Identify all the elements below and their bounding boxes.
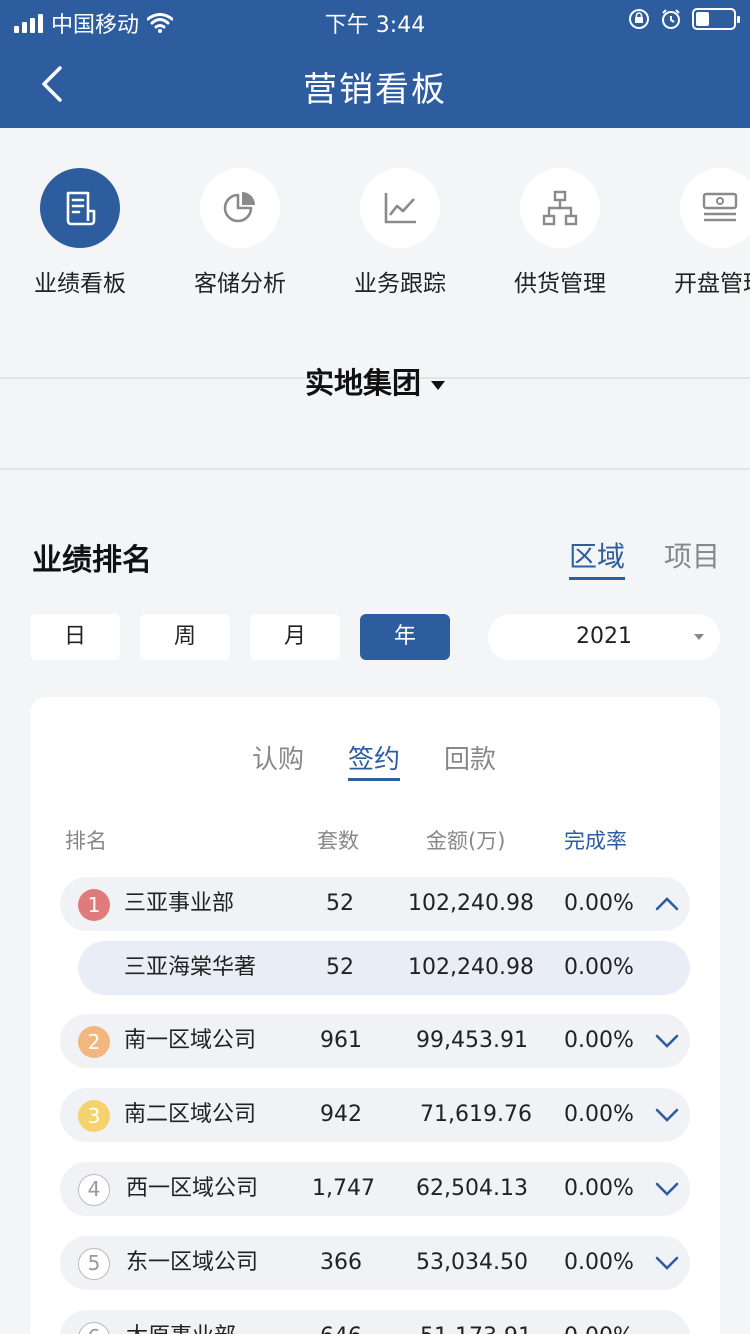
caret-down-icon (431, 380, 445, 390)
table-row[interactable]: 2 南一区域公司 961 99,453.91 0.00% (60, 1014, 690, 1068)
battery-icon (692, 8, 740, 30)
rank-badge: 4 (78, 1174, 110, 1206)
alarm-icon (662, 9, 680, 29)
col-count: 套数 (317, 829, 359, 853)
col-amount: 金额(万) (426, 829, 506, 853)
row-rate: 0.00% (564, 1102, 634, 1127)
row-name: 南二区域公司 (124, 1102, 257, 1127)
rank-badge: 2 (78, 1026, 110, 1058)
page-title: 营销看板 (303, 70, 447, 110)
top-bar: 中国移动 下午 3:44 营销看板 (0, 0, 750, 128)
func-label: 供货管理 (514, 271, 606, 297)
ranking-card: 认购 签约 回款 排名 套数 金额(万) 完成率 1 三亚事业部 52 102,… (30, 697, 720, 1334)
subtab-subscription[interactable]: 认购 (252, 739, 304, 776)
row-amount: 62,504.13 (416, 1176, 528, 1201)
func-customer-analysis[interactable]: 客储分析 (160, 168, 320, 298)
func-label: 开盘管理 (674, 271, 750, 297)
row-amount: 71,619.76 (420, 1102, 532, 1127)
row-rate: 0.00% (564, 891, 634, 916)
period-month-button[interactable]: 月 (250, 614, 340, 660)
row-rate: 0.00% (564, 1028, 634, 1053)
row-amount: 51,173.91 (420, 1310, 532, 1334)
divider (0, 468, 750, 470)
chevron-down-icon[interactable] (654, 1179, 680, 1199)
dropdown-icon (694, 634, 704, 640)
func-label: 业务跟踪 (354, 271, 446, 297)
func-label: 客储分析 (194, 271, 286, 297)
rank-badge: 5 (78, 1248, 110, 1280)
row-rate: 0.00% (564, 1250, 634, 1275)
row-count: 1,747 (312, 1176, 375, 1201)
status-right (628, 8, 740, 30)
row-rate: 0.00% (564, 1176, 634, 1201)
chevron-up-icon[interactable] (654, 894, 680, 914)
table-row[interactable]: 5 东一区域公司 366 53,034.50 0.00% (60, 1236, 690, 1290)
chevron-down-icon[interactable] (654, 1105, 680, 1125)
row-count: 646 (320, 1310, 362, 1334)
period-day-button[interactable]: 日 (30, 614, 120, 660)
row-count: 942 (320, 1102, 362, 1127)
company-name: 实地集团 (304, 366, 421, 400)
row-rate: 0.00% (564, 1310, 634, 1334)
status-bar: 中国移动 下午 3:44 (0, 0, 750, 40)
row-count: 52 (326, 955, 354, 980)
table-row[interactable]: 1 三亚事业部 52 102,240.98 0.00% (60, 877, 690, 931)
function-grid: 业绩看板 客储分析 业务跟踪 供货管理 开盘管 (0, 168, 750, 298)
cash-icon (680, 168, 750, 248)
row-name: 三亚事业部 (124, 891, 235, 916)
table-row[interactable]: 6 太原事业部 646 51,173.91 0.00% (60, 1310, 690, 1334)
rank-badge: 3 (78, 1100, 110, 1132)
row-name: 西一区域公司 (126, 1176, 259, 1201)
year-value: 2021 (576, 624, 632, 649)
tab-region[interactable]: 区域 (569, 535, 626, 580)
subtab-contract[interactable]: 签约 (348, 739, 401, 781)
col-rank: 排名 (65, 829, 107, 853)
line-chart-icon (360, 168, 440, 248)
row-amount: 99,453.91 (416, 1028, 528, 1053)
rank-badge: 1 (78, 889, 110, 921)
rotation-lock-icon (629, 9, 649, 29)
col-rate[interactable]: 完成率 (564, 825, 627, 855)
row-amount: 53,034.50 (416, 1250, 528, 1275)
table-row[interactable]: 4 西一区域公司 1,747 62,504.13 0.00% (60, 1162, 690, 1216)
period-year-button[interactable]: 年 (360, 614, 450, 660)
company-selector[interactable]: 实地集团 (0, 360, 750, 402)
period-week-button[interactable]: 周 (140, 614, 230, 660)
row-count: 366 (320, 1250, 362, 1275)
row-name: 南一区域公司 (124, 1028, 257, 1053)
table-row[interactable]: 3 南二区域公司 942 71,619.76 0.00% (60, 1088, 690, 1142)
chevron-down-icon[interactable] (654, 1031, 680, 1051)
row-count: 52 (326, 891, 354, 916)
tab-project[interactable]: 项目 (664, 535, 720, 575)
func-performance-board[interactable]: 业绩看板 (0, 168, 160, 298)
row-name: 东一区域公司 (126, 1250, 259, 1275)
row-amount: 102,240.98 (408, 955, 534, 980)
rank-badge: 6 (78, 1322, 110, 1334)
func-business-tracking[interactable]: 业务跟踪 (320, 168, 480, 298)
row-name: 太原事业部 (126, 1310, 236, 1334)
func-opening-management[interactable]: 开盘管理 (640, 168, 750, 298)
table-subrow[interactable]: 三亚海棠华著 52 102,240.98 0.00% (78, 941, 690, 995)
row-name: 三亚海棠华著 (124, 955, 257, 980)
ranking-title: 业绩排名 (32, 543, 152, 578)
chevron-down-icon[interactable] (654, 1253, 680, 1273)
report-icon (40, 168, 120, 248)
subtab-payment[interactable]: 回款 (444, 739, 496, 776)
nav-bar: 营销看板 (0, 40, 750, 128)
year-select[interactable]: 2021 (488, 614, 720, 660)
row-rate: 0.00% (564, 955, 634, 980)
func-supply-management[interactable]: 供货管理 (480, 168, 640, 298)
org-chart-icon (520, 168, 600, 248)
pie-chart-icon (200, 168, 280, 248)
row-count: 961 (320, 1028, 362, 1053)
func-label: 业绩看板 (34, 271, 126, 297)
row-amount: 102,240.98 (408, 891, 534, 916)
